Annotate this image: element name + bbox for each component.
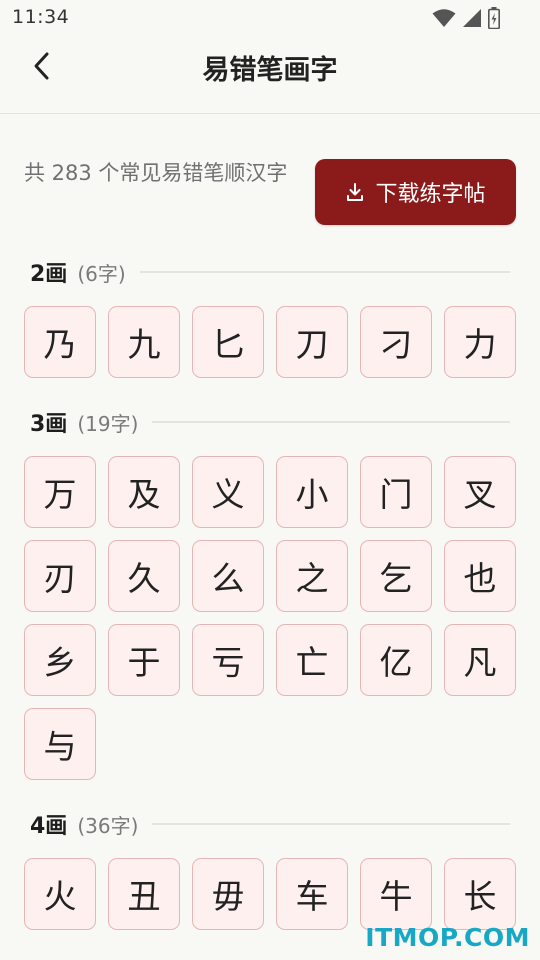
char-tile[interactable]: 九: [108, 306, 180, 378]
char-tile[interactable]: 刃: [24, 540, 96, 612]
char-tile[interactable]: 乞: [360, 540, 432, 612]
section-divider: [152, 823, 510, 825]
intro-text: 共 283 个常见易错笔顺汉字: [24, 161, 288, 185]
char-tile[interactable]: 车: [276, 858, 348, 930]
screen: 11:34 易错笔画字 共 283 个常见易错笔顺汉字 下载练字帖 2画 (6字…: [0, 0, 540, 960]
section-count: (19字): [77, 411, 139, 436]
section-divider: [139, 271, 510, 273]
download-icon: [345, 182, 365, 202]
char-tile[interactable]: 乃: [24, 306, 96, 378]
char-tile[interactable]: 火: [24, 858, 96, 930]
char-tile[interactable]: 门: [360, 456, 432, 528]
watermark: ITMOP.COM: [365, 923, 530, 952]
download-button[interactable]: 下载练字帖: [315, 159, 516, 225]
char-tile[interactable]: 牛: [360, 858, 432, 930]
char-tile[interactable]: 亏: [192, 624, 264, 696]
section-title: 2画: [30, 262, 68, 287]
char-tile[interactable]: 叉: [444, 456, 516, 528]
status-icons: [432, 7, 500, 29]
section-header-2: 2画 (6字): [30, 257, 510, 287]
char-grid-3: 万及义小门叉刃久么之乞也乡于亏亡亿凡与: [24, 456, 516, 780]
char-tile[interactable]: 之: [276, 540, 348, 612]
app-header: 易错笔画字: [0, 36, 540, 114]
char-tile[interactable]: 凡: [444, 624, 516, 696]
char-tile[interactable]: 也: [444, 540, 516, 612]
char-tile[interactable]: 长: [444, 858, 516, 930]
char-grid-4: 火丑毋车牛长: [24, 858, 516, 930]
char-tile[interactable]: 亡: [276, 624, 348, 696]
char-tile[interactable]: 乡: [24, 624, 96, 696]
char-tile[interactable]: 万: [24, 456, 96, 528]
char-tile[interactable]: 亿: [360, 624, 432, 696]
section-title: 4画: [30, 814, 68, 839]
section-title: 3画: [30, 412, 68, 437]
char-tile[interactable]: 及: [108, 456, 180, 528]
char-tile[interactable]: 丑: [108, 858, 180, 930]
char-tile[interactable]: 于: [108, 624, 180, 696]
cell-signal-icon: [462, 8, 482, 28]
char-tile[interactable]: 小: [276, 456, 348, 528]
status-bar: 11:34: [0, 0, 540, 36]
char-tile[interactable]: 与: [24, 708, 96, 780]
char-tile[interactable]: 么: [192, 540, 264, 612]
char-tile[interactable]: 义: [192, 456, 264, 528]
battery-charging-icon: [488, 7, 500, 29]
char-tile[interactable]: 久: [108, 540, 180, 612]
wifi-icon: [432, 8, 456, 28]
section-count: (6字): [77, 261, 126, 286]
section-header-4: 4画 (36字): [30, 809, 510, 839]
char-tile[interactable]: 力: [444, 306, 516, 378]
download-label: 下载练字帖: [375, 182, 486, 207]
section-count: (36字): [77, 813, 139, 838]
char-grid-2: 乃九匕刀刁力: [24, 306, 516, 378]
section-divider: [152, 421, 510, 423]
status-time: 11:34: [12, 6, 70, 28]
page-title: 易错笔画字: [202, 55, 338, 86]
char-tile[interactable]: 刁: [360, 306, 432, 378]
char-tile[interactable]: 毋: [192, 858, 264, 930]
char-tile[interactable]: 刀: [276, 306, 348, 378]
char-tile[interactable]: 匕: [192, 306, 264, 378]
section-header-3: 3画 (19字): [30, 407, 510, 437]
